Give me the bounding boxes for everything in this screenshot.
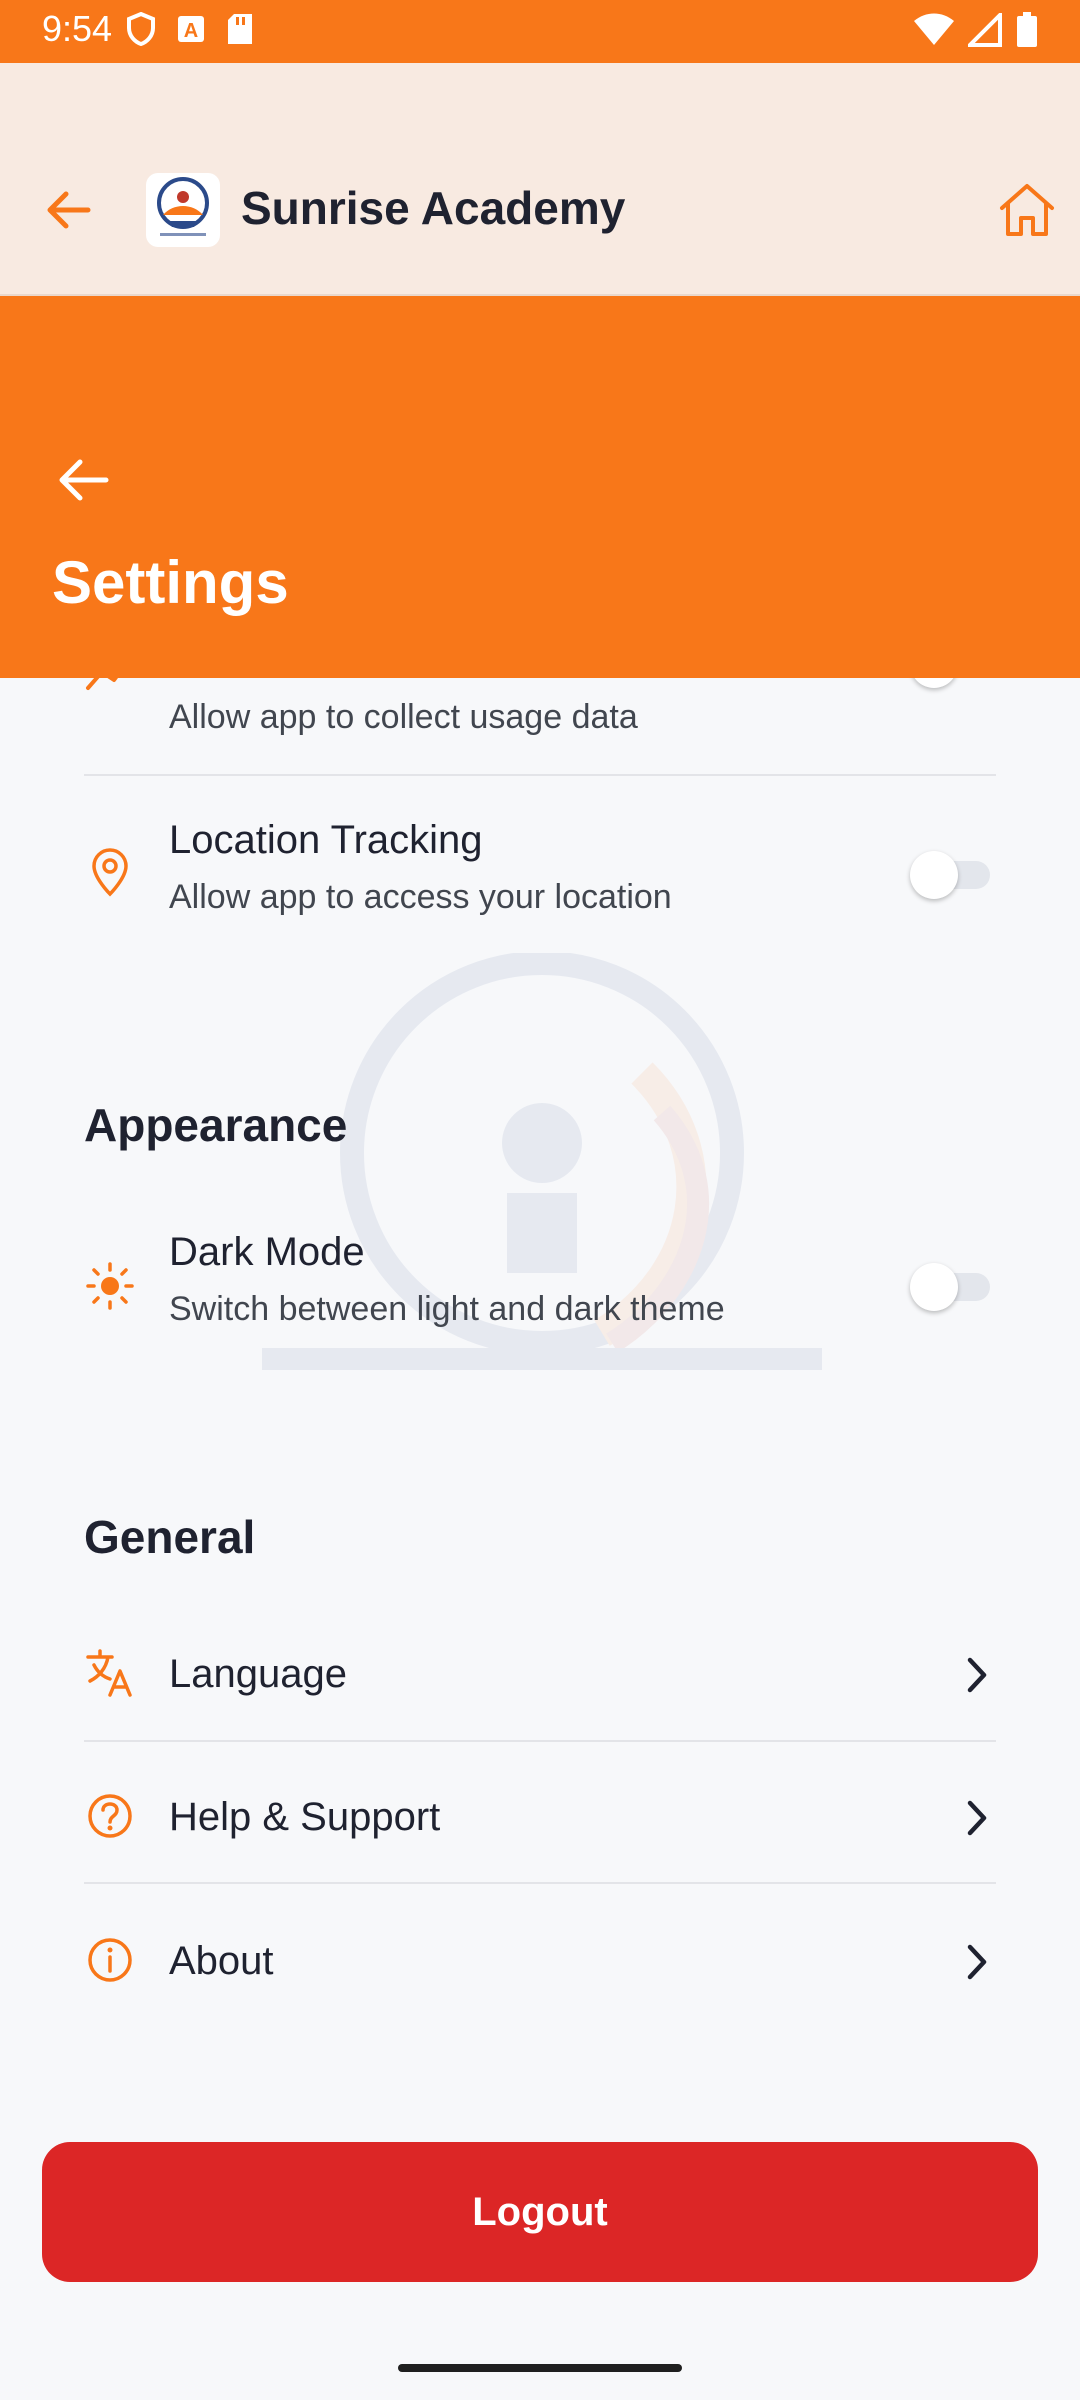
back-arrow-icon[interactable] xyxy=(42,184,94,236)
shield-icon xyxy=(127,12,155,46)
status-bar: 9:54 A xyxy=(0,0,1080,63)
divider xyxy=(84,774,996,776)
status-system-icons xyxy=(914,12,1038,48)
usage-data-subtitle: Allow app to collect usage data xyxy=(169,698,638,736)
gesture-home-indicator[interactable] xyxy=(398,2364,682,2372)
info-icon xyxy=(88,1938,132,1982)
sun-icon xyxy=(86,1262,134,1310)
dark-mode-subtitle: Switch between light and dark theme xyxy=(169,1290,725,1328)
chevron-right-icon xyxy=(967,1944,987,1980)
watermark-logo xyxy=(262,953,822,1370)
location-pin-icon xyxy=(92,848,128,897)
language-row[interactable]: Language xyxy=(84,1640,996,1710)
appearance-heading: Appearance xyxy=(84,1099,348,1151)
signal-icon xyxy=(968,13,1002,47)
svg-text:A: A xyxy=(184,20,198,42)
status-notification-icons: A xyxy=(126,12,254,46)
dark-mode-row[interactable]: Dark Mode Switch between light and dark … xyxy=(84,1230,996,1350)
location-tracking-toggle[interactable] xyxy=(910,851,996,899)
about-row[interactable]: About xyxy=(84,1927,996,1997)
chevron-right-icon xyxy=(967,1800,987,1836)
battery-icon xyxy=(1017,12,1037,47)
divider xyxy=(84,1740,996,1742)
app-title: Sunrise Academy xyxy=(241,182,626,234)
status-time: 9:54 xyxy=(42,8,113,49)
chevron-right-icon xyxy=(967,1657,987,1693)
back-arrow-icon[interactable] xyxy=(56,458,110,502)
help-support-label: Help & Support xyxy=(169,1795,441,1839)
help-support-row[interactable]: Help & Support xyxy=(84,1783,996,1853)
about-label: About xyxy=(169,1939,274,1983)
language-label: Language xyxy=(169,1652,347,1696)
settings-header: Settings xyxy=(0,296,1080,678)
divider xyxy=(84,1882,996,1884)
logout-button[interactable]: Logout xyxy=(42,2142,1038,2282)
analytics-icon xyxy=(86,678,118,690)
font-app-icon: A xyxy=(178,16,204,42)
location-tracking-row[interactable]: Location Tracking Allow app to access yo… xyxy=(84,818,996,938)
app-bar: Sunrise Academy xyxy=(0,63,1080,296)
location-tracking-subtitle: Allow app to access your location xyxy=(169,878,672,916)
sd-card-icon xyxy=(228,14,252,44)
home-icon[interactable] xyxy=(996,180,1058,240)
page-title: Settings xyxy=(52,549,289,616)
dark-mode-title: Dark Mode xyxy=(169,1230,365,1274)
usage-data-row[interactable]: Allow app to collect usage data xyxy=(84,678,996,738)
dark-mode-toggle[interactable] xyxy=(910,1263,996,1311)
translate-icon xyxy=(86,1649,132,1697)
help-circle-icon xyxy=(88,1794,132,1838)
school-logo xyxy=(146,173,220,247)
general-heading: General xyxy=(84,1511,256,1563)
location-tracking-title: Location Tracking xyxy=(169,818,483,862)
usage-data-toggle[interactable] xyxy=(910,678,996,688)
wifi-icon xyxy=(914,13,954,45)
